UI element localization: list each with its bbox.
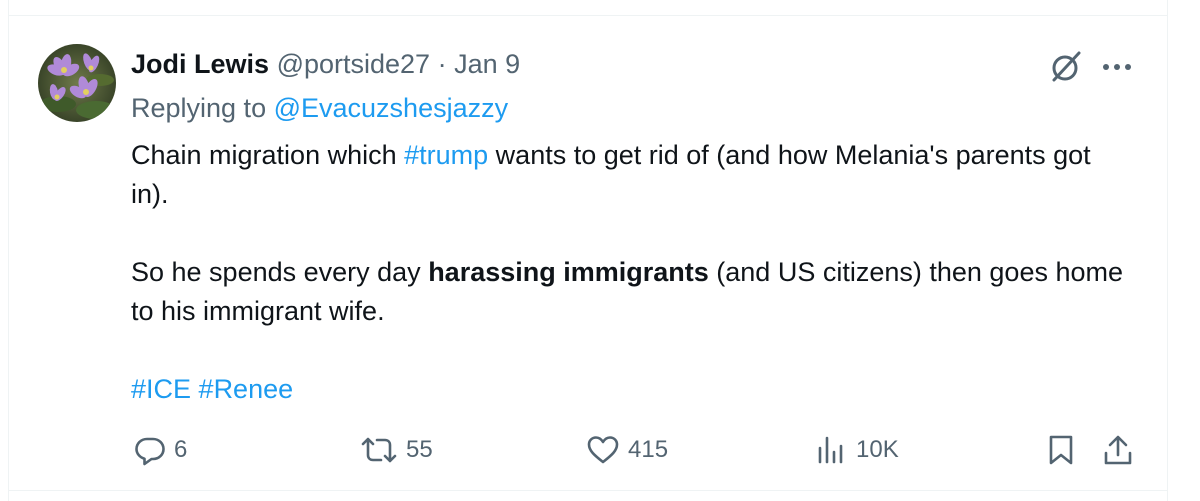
body-text: Chain migration which [131, 140, 405, 170]
hashtag-trump[interactable]: #trump [404, 140, 488, 170]
tweet-hashtags: #ICE #Renee [131, 370, 1131, 409]
divider [8, 15, 1168, 16]
replying-to: Replying to @Evacuzshesjazzy [131, 91, 508, 125]
bookmark-icon [1049, 435, 1073, 465]
bookmark-button[interactable] [1046, 432, 1076, 468]
divider [1167, 0, 1168, 501]
body-text-bold: harassing immigrants [428, 257, 709, 287]
reply-button[interactable]: 6 [134, 432, 187, 468]
share-icon [1104, 435, 1132, 465]
like-icon [587, 436, 619, 464]
views-icon [818, 436, 843, 464]
repost-count: 55 [406, 436, 433, 463]
repost-button[interactable]: 55 [360, 432, 433, 468]
author-handle[interactable]: @portside27 [277, 49, 431, 79]
hashtag-renee[interactable]: #Renee [199, 374, 294, 404]
replying-to-handle[interactable]: @Evacuzshesjazzy [274, 93, 509, 123]
views-count: 10K [856, 436, 899, 463]
reply-count: 6 [174, 436, 188, 463]
views-button[interactable]: 10K [816, 432, 899, 468]
avatar[interactable] [38, 44, 116, 122]
separator: · [437, 49, 447, 79]
tweet-header: Jodi Lewis @portside27 · Jan 9 [131, 47, 520, 81]
body-text: So he spends every day [131, 257, 429, 287]
like-button[interactable]: 415 [586, 432, 668, 468]
hashtag-ice[interactable]: #ICE [131, 374, 191, 404]
repost-icon [361, 437, 397, 463]
tweet-date[interactable]: Jan 9 [454, 49, 520, 79]
grok-icon[interactable] [1048, 48, 1084, 84]
divider [8, 0, 9, 501]
tweet-text: Chain migration which #trump wants to ge… [131, 136, 1131, 409]
author-name[interactable]: Jodi Lewis [131, 49, 269, 79]
divider [8, 490, 1168, 491]
tweet-paragraph: Chain migration which #trump wants to ge… [131, 136, 1131, 214]
share-button[interactable] [1102, 432, 1134, 468]
reply-icon [135, 437, 165, 466]
more-icon[interactable] [1098, 48, 1138, 84]
tweet-card[interactable]: Jodi Lewis @portside27 · Jan 9 Replying … [0, 0, 1200, 501]
tweet-paragraph: So he spends every day harassing immigra… [131, 253, 1131, 331]
replying-to-label: Replying to [131, 93, 267, 123]
like-count: 415 [628, 436, 669, 463]
